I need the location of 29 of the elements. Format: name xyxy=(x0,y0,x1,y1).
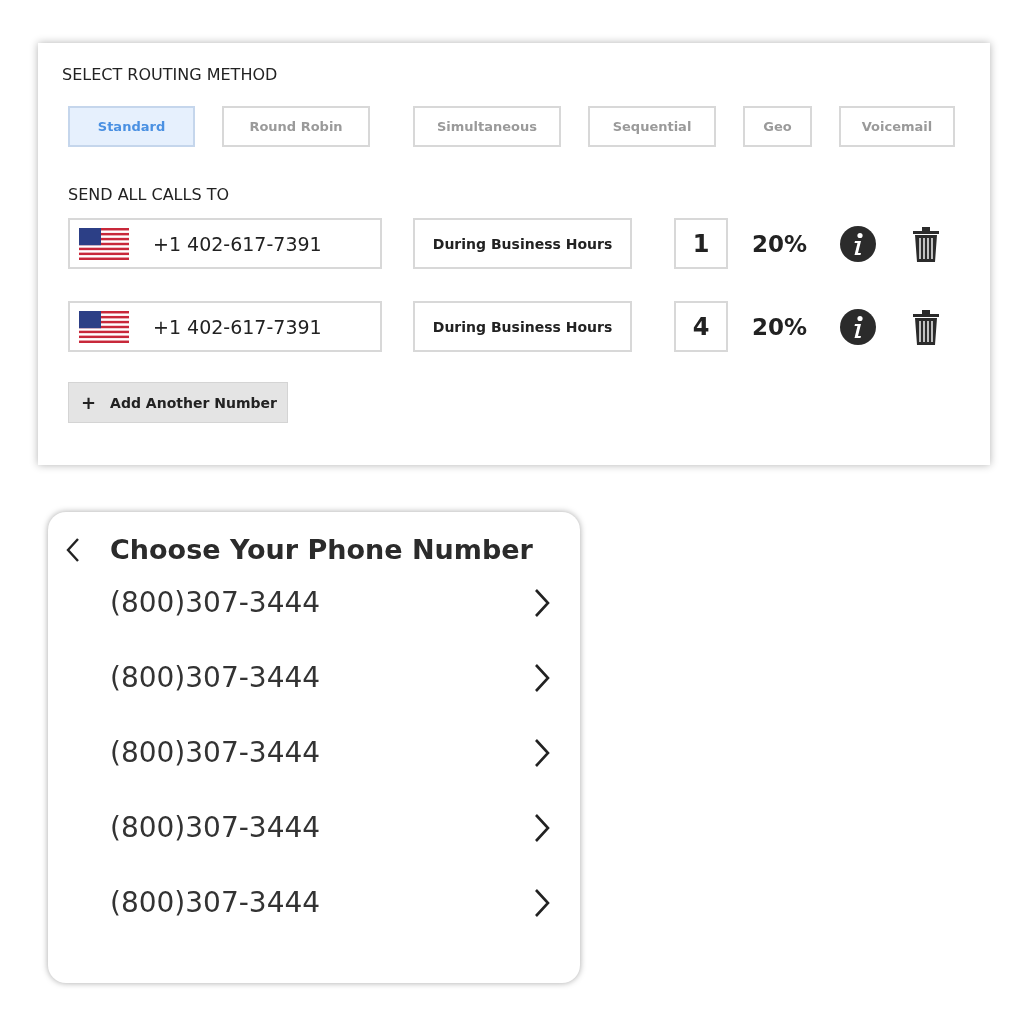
phone-field[interactable]: +1 402-617-7391 xyxy=(68,301,382,352)
chevron-right-icon xyxy=(534,662,550,693)
flag-icon xyxy=(79,310,129,343)
section-title: SELECT ROUTING METHOD xyxy=(62,65,279,84)
chevron-right-icon xyxy=(534,812,550,843)
card-title: Choose Your Phone Number xyxy=(110,534,533,565)
info-icon[interactable] xyxy=(840,225,876,262)
phone-number-item[interactable]: (800)307-3444 xyxy=(110,865,550,940)
phone-number-item[interactable]: (800)307-3444 xyxy=(110,640,550,715)
chevron-right-icon xyxy=(534,887,550,918)
back-icon[interactable] xyxy=(66,536,80,563)
chevron-right-icon xyxy=(534,587,550,618)
chevron-right-icon xyxy=(534,737,550,768)
schedule-dropdown[interactable]: During Business Hours xyxy=(413,301,632,352)
flag-icon xyxy=(79,227,129,260)
info-icon[interactable] xyxy=(840,308,876,345)
percentage-text: 20% xyxy=(752,230,809,257)
phone-number-item[interactable]: (800)307-3444 xyxy=(110,715,550,790)
schedule-dropdown[interactable]: During Business Hours xyxy=(413,218,632,269)
phone-field[interactable]: +1 402-617-7391 xyxy=(68,218,382,269)
percentage-text: 20% xyxy=(752,313,809,340)
section-title: SEND ALL CALLS TO xyxy=(68,185,231,204)
priority-field[interactable]: 4 xyxy=(674,301,728,352)
trash-icon[interactable] xyxy=(912,225,940,262)
add-number-button[interactable]: + Add Another Number xyxy=(68,382,288,423)
trash-icon[interactable] xyxy=(912,308,940,345)
phone-number-item[interactable]: (800)307-3444 xyxy=(110,790,550,865)
priority-field[interactable]: 1 xyxy=(674,218,728,269)
phone-number-item[interactable]: (800)307-3444 xyxy=(110,565,550,640)
